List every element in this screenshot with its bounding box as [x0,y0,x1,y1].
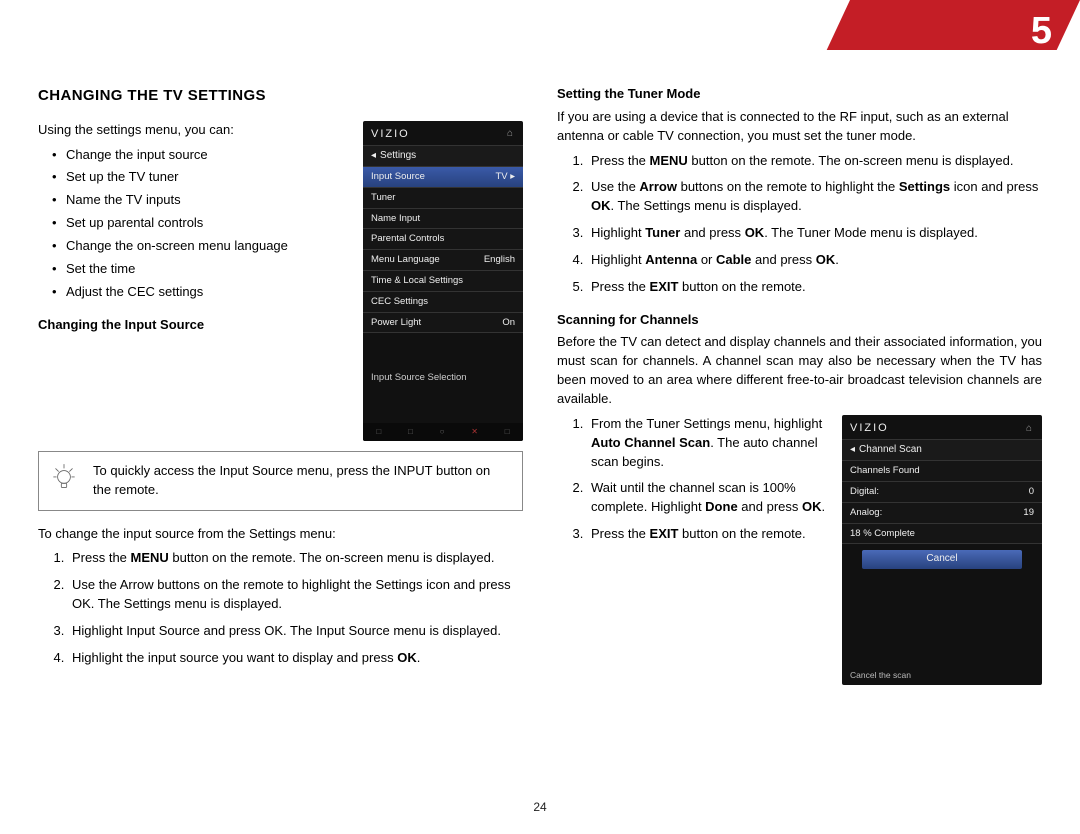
cancel-button: Cancel [862,550,1022,569]
home-icon: ⌂ [1026,422,1034,437]
step-item: Highlight Antenna or Cable and press OK. [587,251,1042,270]
capability-item: Change the on-screen menu language [52,237,523,256]
tuner-intro: If you are using a device that is connec… [557,108,1042,146]
step-item: Press the MENU button on the remote. The… [587,152,1042,171]
screenshot-footer-icons: □□○✕□ [363,423,523,441]
capability-item: Set up parental controls [52,214,523,233]
step-item: Use the Arrow buttons on the remote to h… [68,576,523,614]
step-item: Highlight Input Source and press OK. The… [68,622,523,641]
capability-item: Name the TV inputs [52,191,523,210]
capability-item: Set up the TV tuner [52,168,523,187]
screenshot-brand: VIZIO [850,421,889,437]
home-icon: ⌂ [507,127,515,142]
subheading-tuner-mode: Setting the Tuner Mode [557,85,1042,104]
lead-text: To change the input source from the Sett… [38,525,523,544]
scanning-intro: Before the TV can detect and display cha… [557,333,1042,408]
section-heading: CHANGING THE TV SETTINGS [38,85,523,107]
subheading-scanning: Scanning for Channels [557,311,1042,330]
capability-item: Adjust the CEC settings [52,283,523,302]
step-item: Press the MENU button on the remote. The… [68,549,523,568]
scan-row: 18 % Complete [842,524,1042,545]
tuner-mode-steps: Press the MENU button on the remote. The… [587,152,1042,297]
tip-callout: To quickly access the Input Source menu,… [38,451,523,511]
step-item: Press the EXIT button on the remote. [587,278,1042,297]
tip-text: To quickly access the Input Source menu,… [93,462,510,500]
screenshot-title: Channel Scan [859,443,922,458]
lightbulb-icon [51,462,79,500]
step-item: Use the Arrow buttons on the remote to h… [587,178,1042,216]
screenshot-brand: VIZIO [371,127,410,143]
scan-row: Analog:19 [842,503,1042,524]
capability-list: Change the input source Set up the TV tun… [52,146,523,302]
page-number: 24 [0,799,1080,816]
chapter-tab: 5 [820,0,1080,50]
scan-row: Channels Found [842,461,1042,482]
menu-row: Power LightOn [363,313,523,334]
input-source-steps: Press the MENU button on the remote. The… [68,549,523,667]
scan-rows: Channels FoundDigital:0Analog:1918 % Com… [842,461,1042,544]
chapter-number: 5 [1031,4,1052,50]
step-item: Highlight the input source you want to d… [68,649,523,668]
scan-row: Digital:0 [842,482,1042,503]
channel-scan-screenshot: VIZIO ⌂ ◂ Channel Scan Channels FoundDig… [842,415,1042,685]
back-arrow-icon: ◂ [850,443,855,458]
right-column: Setting the Tuner Mode If you are using … [557,85,1042,695]
screenshot-footer-text: Cancel the scan [850,669,911,681]
left-column: CHANGING THE TV SETTINGS VIZIO ⌂ ◂ Setti… [38,85,523,695]
screenshot-info: Input Source Selection [363,361,523,395]
capability-item: Change the input source [52,146,523,165]
step-item: Highlight Tuner and press OK. The Tuner … [587,224,1042,243]
capability-item: Set the time [52,260,523,279]
